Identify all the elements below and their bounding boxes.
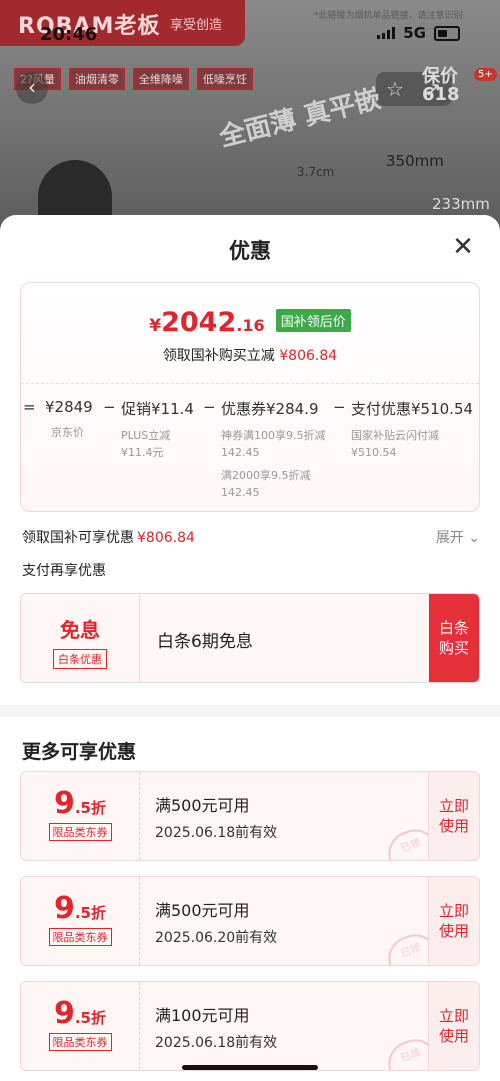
formula-note: 满2000享9.5折减142.45	[221, 469, 311, 499]
summary-amount: ¥806.84	[137, 530, 195, 546]
brand-banner: ROBAM老板 享受创造	[0, 0, 245, 46]
formula-label: 神券满100享9.5折减142.45	[221, 429, 326, 459]
coupon-type-tag: 限品类东券	[48, 823, 112, 841]
formula-value: 优惠券¥284.9	[221, 400, 319, 418]
coupon-expiry: 2025.06.18前有效	[155, 1035, 278, 1051]
favorite-button[interactable]: ☆	[376, 72, 414, 106]
dimension-label: 233mm	[432, 195, 490, 213]
subsidy-summary: 领取国补可享优惠 ¥806.84 展开 ⌄	[22, 527, 480, 547]
baitiao-desc: 白条6期免息	[157, 632, 253, 652]
dimension-label: 350mm	[386, 152, 444, 170]
coupon-card: 9.5折 限品类东券 满500元可用 2025.06.20前有效 已领 立即使用	[20, 876, 480, 966]
claim-amount: ¥806.84	[279, 348, 338, 364]
formula-value: 促销¥11.4	[121, 400, 194, 418]
feature-tags: 2?风量 油烟清零 全维降噪 低噪烹饪	[14, 68, 253, 90]
minus-sign: −	[333, 398, 346, 416]
coupon-expiry: 2025.06.20前有效	[155, 930, 278, 946]
discount-small: .5折	[74, 799, 106, 817]
baitiao-title: 免息	[60, 618, 100, 642]
formula-item: ¥2849 京东价	[45, 398, 93, 441]
claim-line: 领取国补购买立减 ¥806.84	[21, 345, 479, 365]
discount-big: 9	[53, 996, 75, 1031]
close-button[interactable]: ✕	[448, 232, 478, 262]
use-coupon-label: 立即使用	[438, 902, 469, 940]
formula-item: 优惠券¥284.9 神券满100享9.5折减142.45 满2000享9.5折减…	[221, 398, 331, 501]
minus-sign: −	[203, 398, 216, 416]
formula-label: 国家补贴云闪付减	[351, 429, 439, 442]
feature-tag: 低噪烹饪	[196, 68, 253, 90]
use-coupon-button[interactable]: 立即使用	[428, 982, 479, 1070]
coupon-discount: 9.5折 限品类东券	[21, 877, 140, 965]
status-icons: 5G	[377, 24, 460, 42]
pay-section-title: 支付再享优惠	[22, 563, 106, 579]
formula-value: 支付优惠¥510.54	[351, 400, 474, 418]
final-price: ¥2042.16 国补领后价	[21, 307, 479, 338]
disclaimer-text: *此链接为烟机单品链接，请注意识别	[314, 11, 463, 21]
baitiao-badge: 免息 白条优惠	[21, 594, 140, 682]
minus-sign: −	[103, 398, 116, 416]
baitiao-offer-card: 免息 白条优惠 白条6期免息 白条购买	[20, 593, 480, 683]
expand-label: 展开	[435, 530, 464, 546]
subsidy-tag: 国补领后价	[275, 309, 351, 332]
feature-tag: 油烟清零	[68, 68, 125, 90]
coupon-condition: 满500元可用	[155, 796, 250, 815]
formula-label: PLUS立减	[121, 429, 171, 442]
formula-item: 促销¥11.4 PLUS立减 ¥11.4元	[121, 398, 194, 461]
section-divider	[0, 705, 500, 717]
use-coupon-label: 立即使用	[438, 797, 469, 835]
brand-slogan: 享受创造	[170, 18, 223, 33]
signal-icon	[377, 27, 396, 39]
back-button[interactable]: ‹	[16, 72, 48, 104]
expand-toggle[interactable]: 展开 ⌄	[436, 527, 480, 547]
baitiao-tag: 白条优惠	[53, 649, 107, 669]
price-formula: = ¥2849 京东价 − 促销¥11.4 PLUS立减 ¥11.4元 − 优惠…	[21, 383, 479, 502]
formula-label: 京东价	[51, 426, 84, 439]
coupon-card: 9.5折 限品类东券 满500元可用 2025.06.18前有效 已领 立即使用	[20, 771, 480, 861]
dimension-label: 3.7cm	[297, 165, 335, 179]
discount-big: 9	[53, 786, 75, 821]
baitiao-buy-button[interactable]: 白条购买	[429, 594, 479, 682]
discount-small: .5折	[74, 904, 106, 922]
coupon-discount: 9.5折 限品类东券	[21, 772, 140, 860]
coupon-type-tag: 限品类东券	[48, 1033, 112, 1051]
price-integer: 2042	[161, 307, 237, 338]
formula-note: ¥510.54	[351, 446, 397, 459]
formula-value: ¥2849	[45, 398, 93, 416]
close-icon: ✕	[452, 232, 474, 262]
coupon-condition: 满100元可用	[155, 1006, 250, 1025]
use-coupon-button[interactable]: 立即使用	[428, 877, 479, 965]
coupon-condition: 满500元可用	[155, 901, 250, 920]
coupon-type-tag: 限品类东券	[48, 928, 112, 946]
coupon-expiry: 2025.06.18前有效	[155, 825, 278, 841]
claim-text: 领取国补购买立减	[162, 348, 275, 364]
formula-item: 支付优惠¥510.54 国家补贴云闪付减 ¥510.54	[351, 398, 473, 461]
home-indicator	[182, 1065, 318, 1070]
star-icon: ☆	[386, 77, 404, 101]
chevron-down-icon: ⌄	[468, 530, 480, 546]
baitiao-buy-label: 白条购买	[438, 619, 469, 657]
sheet-title: 优惠	[229, 239, 271, 263]
status-time: 20:46	[40, 24, 98, 45]
price-decimal: .16	[236, 316, 265, 335]
discount-big: 9	[53, 891, 75, 926]
coupon-card: 9.5折 限品类东券 满100元可用 2025.06.18前有效 已领 立即使用	[20, 981, 480, 1071]
notification-badge: 5+	[474, 68, 497, 81]
price-breakdown-card: ¥2042.16 国补领后价 领取国补购买立减 ¥806.84 = ¥2849 …	[20, 282, 480, 512]
price-currency: ¥	[149, 316, 162, 336]
chevron-left-icon: ‹	[28, 75, 36, 99]
discount-sheet: 优惠 ✕ ¥2042.16 国补领后价 领取国补购买立减 ¥806.84 = ¥…	[0, 215, 500, 1081]
formula-note: ¥11.4元	[121, 446, 164, 459]
network-label: 5G	[403, 24, 426, 42]
use-coupon-button[interactable]: 立即使用	[428, 772, 479, 860]
feature-tag: 全维降噪	[132, 68, 189, 90]
more-offers-title: 更多可享优惠	[22, 741, 137, 763]
summary-text: 领取国补可享优惠	[22, 530, 134, 546]
battery-icon	[434, 25, 460, 41]
equals-sign: =	[23, 398, 36, 416]
discount-small: .5折	[74, 1009, 106, 1027]
coupon-discount: 9.5折 限品类东券	[21, 982, 140, 1070]
use-coupon-label: 立即使用	[438, 1007, 469, 1045]
